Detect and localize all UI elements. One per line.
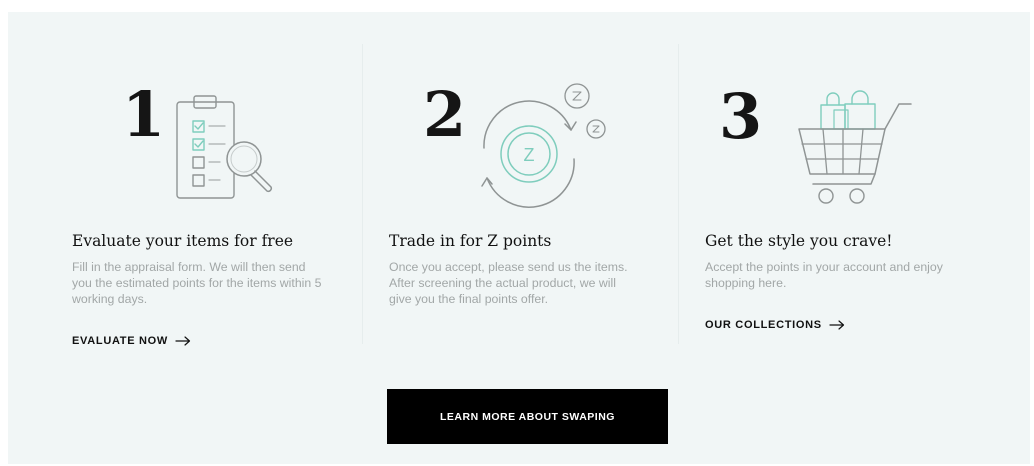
evaluate-now-link[interactable]: EVALUATE NOW <box>72 335 191 347</box>
step-description: Once you accept, please send us the item… <box>389 260 628 306</box>
step-number: 3 <box>719 80 762 153</box>
step-description: Accept the points in your account and en… <box>705 260 943 290</box>
link-label: EVALUATE NOW <box>72 335 168 347</box>
step-title: Get the style you crave! <box>705 232 893 250</box>
step-description: Fill in the appraisal form. We will then… <box>72 260 322 306</box>
arrow-right-icon <box>175 336 191 346</box>
link-label: OUR COLLECTIONS <box>705 319 822 331</box>
arrow-right-icon <box>829 320 844 330</box>
z-points-exchange-icon: Z <box>481 83 606 208</box>
shopping-cart-bags-icon <box>798 90 912 204</box>
step-1-illustration: 1 <box>122 78 273 199</box>
step-number: 2 <box>423 78 466 151</box>
step-2-illustration: 2 Z <box>423 78 606 208</box>
step-trade-in: 2 Z Trade in for Z points Once you accep… <box>379 44 679 362</box>
step-number: 1 <box>122 78 165 151</box>
our-collections-link[interactable]: OUR COLLECTIONS <box>705 319 845 331</box>
step-title: Trade in for Z points <box>389 232 552 250</box>
step-3-illustration: 3 <box>719 80 912 204</box>
column-separator <box>362 44 363 344</box>
coin-label: Z <box>524 145 535 165</box>
learn-more-button[interactable]: LEARN MORE ABOUT SWAPING <box>387 389 668 444</box>
clipboard-checklist-magnifier-icon <box>176 95 273 199</box>
step-title: Evaluate your items for free <box>72 232 294 250</box>
step-shop: 3 Get the style you crave! Accept the po… <box>695 44 995 362</box>
step-evaluate: 1 Evaluate your items for free Fill in t… <box>62 44 362 362</box>
